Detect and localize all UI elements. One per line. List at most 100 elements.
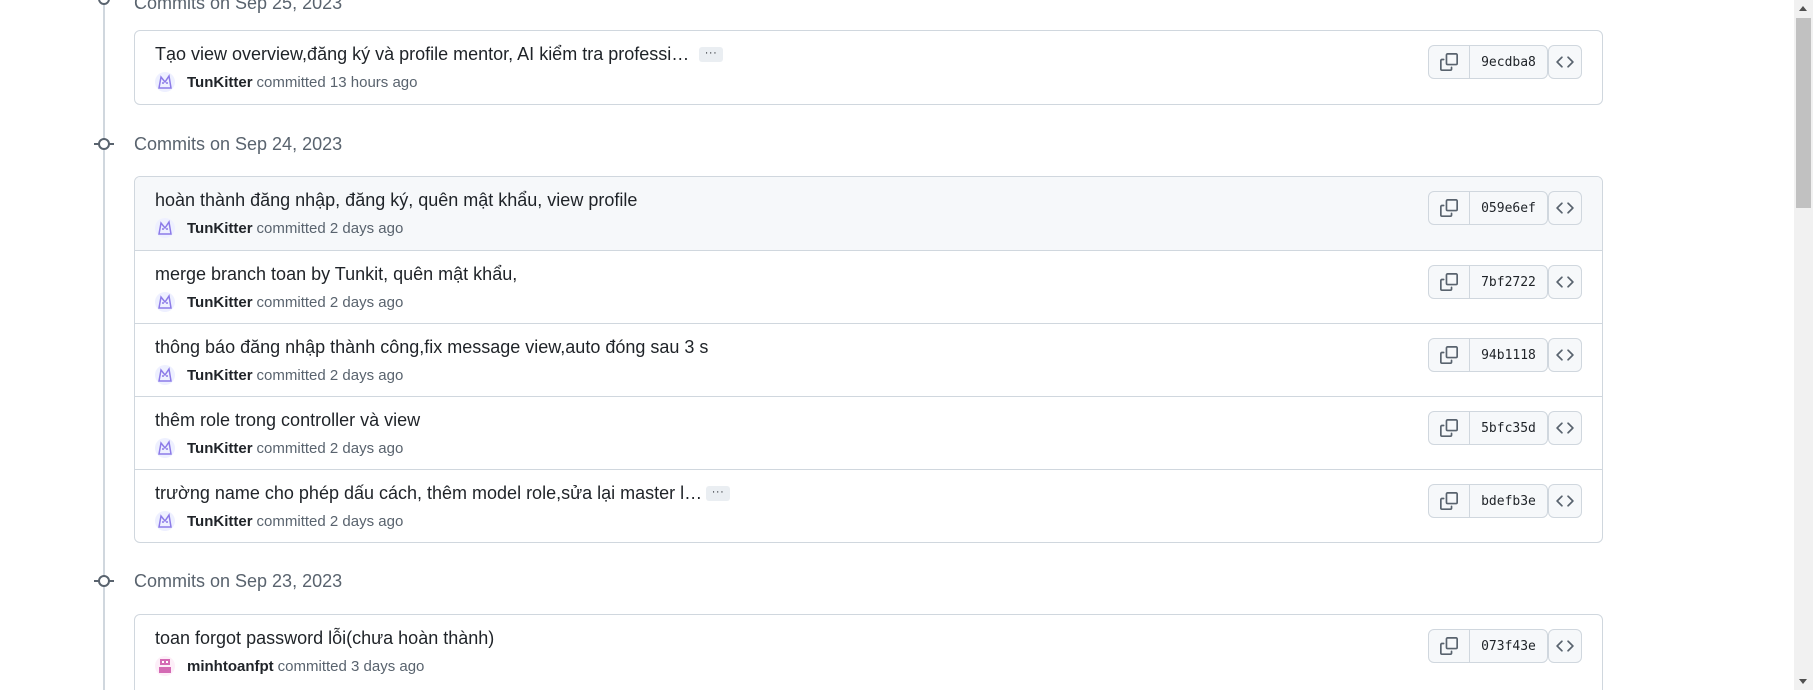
committed-label: committed — [256, 219, 326, 237]
commit-meta: TunKitter committed 2 days ago — [155, 217, 403, 239]
scrollbar-thumb[interactable] — [1796, 18, 1811, 208]
browse-repo-button[interactable] — [1548, 338, 1582, 372]
code-icon — [1556, 349, 1574, 361]
commit-author-link[interactable]: TunKitter — [187, 440, 253, 457]
sha-button-group: 073f43e — [1428, 629, 1548, 663]
commit-time: 3 days ago — [351, 657, 425, 675]
commit-title-link[interactable]: hoàn thành đăng nhập, đăng ký, quên mật … — [155, 188, 637, 212]
sha-button-group: bdefb3e — [1428, 484, 1548, 518]
commit-title-link[interactable]: trường name cho phép dấu cách, thêm mode… — [155, 481, 702, 505]
committed-label: committed — [256, 293, 326, 311]
browse-repo-button[interactable] — [1548, 191, 1582, 225]
expand-message-button[interactable]: ··· — [699, 47, 723, 62]
sha-button-group: 9ecdba8 — [1428, 45, 1548, 79]
commit-meta: TunKitter committed 2 days ago — [155, 510, 403, 532]
commit-meta: TunKitter committed 2 days ago — [155, 364, 403, 386]
scroll-up-icon[interactable] — [1799, 6, 1807, 11]
commit-author-link[interactable]: TunKitter — [187, 513, 253, 530]
commit-sha-link[interactable]: 5bfc35d — [1470, 412, 1547, 444]
avatar[interactable] — [155, 72, 175, 92]
committed-label: committed — [256, 366, 326, 384]
copy-icon — [1440, 199, 1458, 217]
commit-time: 13 hours ago — [329, 73, 418, 91]
sha-button-group: 7bf2722 — [1428, 265, 1548, 299]
browse-repo-button[interactable] — [1548, 45, 1582, 79]
commit-time: 2 days ago — [329, 293, 404, 311]
commit-sha-link[interactable]: 7bf2722 — [1470, 266, 1547, 298]
copy-sha-button[interactable] — [1429, 412, 1470, 444]
sha-button-group: 94b1118 — [1428, 338, 1548, 372]
committed-label: committed — [256, 512, 326, 530]
commit-row: thông báo đăng nhập thành công,fix messa… — [135, 323, 1602, 396]
commit-actions: 073f43e — [1428, 629, 1548, 663]
avatar[interactable] — [155, 511, 175, 531]
commit-meta: minhtoanfpt committed 3 days ago — [155, 655, 424, 677]
copy-icon — [1440, 346, 1458, 364]
code-icon — [1556, 276, 1574, 288]
commit-title-link[interactable]: thêm role trong controller và view — [155, 408, 420, 432]
copy-sha-button[interactable] — [1429, 339, 1470, 371]
browse-repo-button[interactable] — [1548, 484, 1582, 518]
avatar[interactable] — [155, 438, 175, 458]
browse-repo-button[interactable] — [1548, 411, 1582, 445]
commit-list: hoàn thành đăng nhập, đăng ký, quên mật … — [134, 176, 1603, 543]
scroll-down-icon[interactable] — [1799, 679, 1807, 684]
copy-sha-button[interactable] — [1429, 630, 1470, 662]
git-commit-icon — [94, 0, 114, 9]
code-icon — [1556, 202, 1574, 214]
avatar[interactable] — [155, 365, 175, 385]
copy-icon — [1440, 637, 1458, 655]
commit-row: hoàn thành đăng nhập, đăng ký, quên mật … — [135, 177, 1602, 250]
avatar[interactable] — [155, 218, 175, 238]
copy-sha-button[interactable] — [1429, 46, 1470, 78]
commit-author-link[interactable]: TunKitter — [187, 367, 253, 384]
commit-time: 2 days ago — [329, 366, 404, 384]
commit-sha-link[interactable]: 9ecdba8 — [1470, 46, 1547, 78]
commit-author-link[interactable]: TunKitter — [187, 220, 253, 237]
avatar[interactable] — [155, 656, 175, 676]
sha-button-group: 5bfc35d — [1428, 411, 1548, 445]
commit-row: thêm role trong controller và view TunKi… — [135, 396, 1602, 469]
commit-sha-link[interactable]: 94b1118 — [1470, 339, 1547, 371]
commit-title-link[interactable]: toan forgot password lỗi(chưa hoàn thành… — [155, 626, 494, 650]
commit-row: trường name cho phép dấu cách, thêm mode… — [135, 469, 1602, 542]
copy-sha-button[interactable] — [1429, 485, 1470, 517]
copy-sha-button[interactable] — [1429, 266, 1470, 298]
commit-time: 2 days ago — [329, 219, 404, 237]
git-commit-icon — [94, 571, 114, 591]
commit-time: 2 days ago — [329, 439, 404, 457]
git-commit-icon — [94, 134, 114, 154]
commit-sha-link[interactable]: bdefb3e — [1470, 485, 1547, 517]
commit-row: merge branch toan by Tunkit, quên mật kh… — [135, 250, 1602, 323]
commit-title-link[interactable]: thông báo đăng nhập thành công,fix messa… — [155, 335, 708, 359]
commit-author-link[interactable]: minhtoanfpt — [187, 658, 274, 675]
copy-sha-button[interactable] — [1429, 192, 1470, 224]
commit-actions: 94b1118 — [1428, 338, 1548, 372]
commit-group-header: Commits on Sep 25, 2023 — [134, 0, 343, 13]
commit-group-header: Commits on Sep 23, 2023 — [134, 571, 343, 591]
commit-list: Tạo view overview,đăng ký và profile men… — [134, 30, 1603, 105]
commit-author-link[interactable]: TunKitter — [187, 294, 253, 311]
browse-repo-button[interactable] — [1548, 629, 1582, 663]
copy-icon — [1440, 419, 1458, 437]
commit-row: toan forgot password lỗi(chưa hoàn thành… — [135, 615, 1602, 688]
commit-title-link[interactable]: Tạo view overview,đăng ký và profile men… — [155, 42, 689, 66]
avatar[interactable] — [155, 292, 175, 312]
commit-author-link[interactable]: TunKitter — [187, 74, 253, 91]
commit-time: 2 days ago — [329, 512, 404, 530]
commit-meta: TunKitter committed 2 days ago — [155, 291, 403, 313]
code-icon — [1556, 495, 1574, 507]
sha-button-group: 059e6ef — [1428, 191, 1548, 225]
committed-label: committed — [277, 657, 347, 675]
commit-title-link[interactable]: merge branch toan by Tunkit, quên mật kh… — [155, 262, 517, 286]
browse-repo-button[interactable] — [1548, 265, 1582, 299]
commit-sha-link[interactable]: 073f43e — [1470, 630, 1547, 662]
vertical-scrollbar[interactable] — [1794, 0, 1813, 690]
code-icon — [1556, 422, 1574, 434]
commit-sha-link[interactable]: 059e6ef — [1470, 192, 1547, 224]
copy-icon — [1440, 273, 1458, 291]
commit-group-header: Commits on Sep 24, 2023 — [134, 134, 343, 154]
code-icon — [1556, 640, 1574, 652]
expand-message-button[interactable]: ··· — [706, 486, 730, 501]
commit-meta: TunKitter committed 13 hours ago — [155, 71, 417, 93]
